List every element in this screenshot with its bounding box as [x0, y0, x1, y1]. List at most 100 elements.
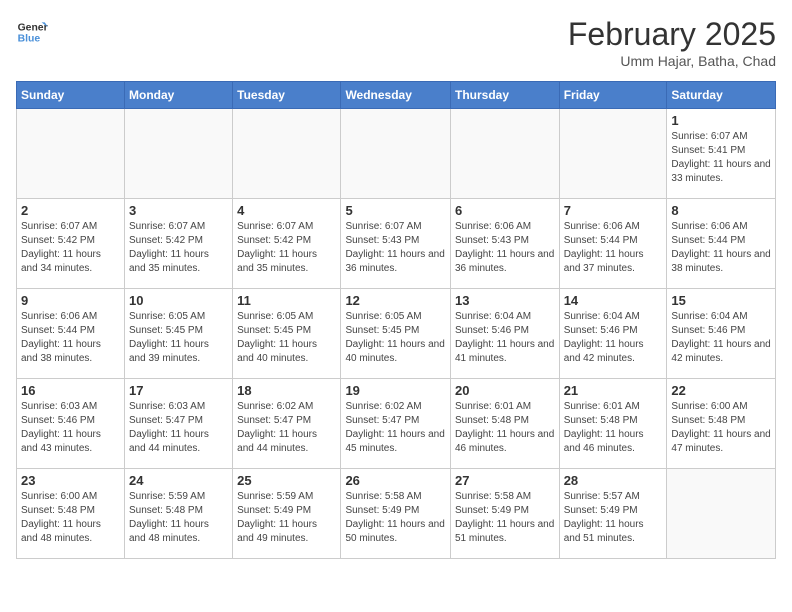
- calendar-cell: 11 Sunrise: 6:05 AM Sunset: 5:45 PM Dayli…: [233, 289, 341, 379]
- day-info: Sunrise: 6:02 AM Sunset: 5:47 PM Dayligh…: [237, 400, 336, 456]
- title-block: February 2025 Umm Hajar, Batha, Chad: [568, 16, 776, 69]
- day-info: Sunrise: 6:07 AM Sunset: 5:42 PM Dayligh…: [21, 220, 120, 276]
- day-number: 15: [671, 293, 771, 308]
- day-number: 19: [345, 383, 446, 398]
- calendar-cell: 8Sunrise: 6:06 AM Sunset: 5:44 PM Daylig…: [667, 199, 776, 289]
- day-info: Sunrise: 6:07 AM Sunset: 5:41 PM Dayligh…: [671, 130, 771, 186]
- day-info: Sunrise: 6:01 AM Sunset: 5:48 PM Dayligh…: [455, 400, 555, 456]
- logo-icon: General Blue: [16, 16, 48, 48]
- day-info: Sunrise: 5:57 AM Sunset: 5:49 PM Dayligh…: [564, 490, 663, 546]
- calendar-cell: 10 Sunrise: 6:05 AM Sunset: 5:45 PM Dayli…: [125, 289, 233, 379]
- day-number: 22: [671, 383, 771, 398]
- week-row-3: 9 Sunrise: 6:06 AM Sunset: 5:44 PM Daylig…: [17, 289, 776, 379]
- weekday-header-monday: Monday: [125, 82, 233, 109]
- weekday-header-wednesday: Wednesday: [341, 82, 451, 109]
- day-info: Sunrise: 5:58 AM Sunset: 5:49 PM Dayligh…: [345, 490, 446, 546]
- day-info: Sunrise: 6:02 AM Sunset: 5:47 PM Dayligh…: [345, 400, 446, 456]
- day-info: Sunrise: 5:59 AM Sunset: 5:48 PM Dayligh…: [129, 490, 228, 546]
- calendar-cell: [341, 109, 451, 199]
- day-info: Sunrise: 6:04 AM Sunset: 5:46 PM Dayligh…: [455, 310, 555, 366]
- day-number: 10: [129, 293, 228, 308]
- calendar-cell: [17, 109, 125, 199]
- week-row-2: 2 Sunrise: 6:07 AM Sunset: 5:42 PM Daylig…: [17, 199, 776, 289]
- day-info: Sunrise: 6:06 AM Sunset: 5:44 PM Dayligh…: [671, 220, 771, 276]
- calendar-cell: [559, 109, 667, 199]
- month-title: February 2025: [568, 16, 776, 53]
- week-row-5: 23Sunrise: 6:00 AM Sunset: 5:48 PM Dayli…: [17, 469, 776, 559]
- day-number: 27: [455, 473, 555, 488]
- calendar-cell: 16 Sunrise: 6:03 AM Sunset: 5:46 PM Dayli…: [17, 379, 125, 469]
- day-info: Sunrise: 6:01 AM Sunset: 5:48 PM Dayligh…: [564, 400, 663, 456]
- calendar-cell: 17Sunrise: 6:03 AM Sunset: 5:47 PM Dayli…: [125, 379, 233, 469]
- calendar-cell: 6Sunrise: 6:06 AM Sunset: 5:43 PM Daylig…: [450, 199, 559, 289]
- calendar-cell: 3Sunrise: 6:07 AM Sunset: 5:42 PM Daylig…: [125, 199, 233, 289]
- calendar-cell: 12Sunrise: 6:05 AM Sunset: 5:45 PM Dayli…: [341, 289, 451, 379]
- weekday-header-thursday: Thursday: [450, 82, 559, 109]
- calendar-cell: 20 Sunrise: 6:01 AM Sunset: 5:48 PM Dayli…: [450, 379, 559, 469]
- day-number: 12: [345, 293, 446, 308]
- day-number: 5: [345, 203, 446, 218]
- calendar-cell: 24 Sunrise: 5:59 AM Sunset: 5:48 PM Dayli…: [125, 469, 233, 559]
- day-info: Sunrise: 6:00 AM Sunset: 5:48 PM Dayligh…: [21, 490, 120, 546]
- day-number: 6: [455, 203, 555, 218]
- day-info: Sunrise: 6:03 AM Sunset: 5:46 PM Dayligh…: [21, 400, 120, 456]
- day-info: Sunrise: 6:06 AM Sunset: 5:44 PM Dayligh…: [21, 310, 120, 366]
- svg-text:Blue: Blue: [18, 34, 41, 45]
- calendar-cell: 14 Sunrise: 6:04 AM Sunset: 5:46 PM Dayli…: [559, 289, 667, 379]
- calendar-cell: [125, 109, 233, 199]
- calendar-cell: 28 Sunrise: 5:57 AM Sunset: 5:49 PM Dayli…: [559, 469, 667, 559]
- day-info: Sunrise: 5:59 AM Sunset: 5:49 PM Dayligh…: [237, 490, 336, 546]
- day-number: 11: [237, 293, 336, 308]
- calendar-cell: 22 Sunrise: 6:00 AM Sunset: 5:48 PM Dayli…: [667, 379, 776, 469]
- week-row-4: 16 Sunrise: 6:03 AM Sunset: 5:46 PM Dayli…: [17, 379, 776, 469]
- weekday-header-friday: Friday: [559, 82, 667, 109]
- day-number: 7: [564, 203, 663, 218]
- day-info: Sunrise: 6:00 AM Sunset: 5:48 PM Dayligh…: [671, 400, 771, 456]
- day-info: Sunrise: 6:04 AM Sunset: 5:46 PM Dayligh…: [564, 310, 663, 366]
- day-number: 24: [129, 473, 228, 488]
- calendar-cell: 25 Sunrise: 5:59 AM Sunset: 5:49 PM Dayli…: [233, 469, 341, 559]
- day-number: 16: [21, 383, 120, 398]
- calendar-cell: 15 Sunrise: 6:04 AM Sunset: 5:46 PM Dayli…: [667, 289, 776, 379]
- day-info: Sunrise: 6:07 AM Sunset: 5:42 PM Dayligh…: [129, 220, 228, 276]
- day-number: 13: [455, 293, 555, 308]
- day-number: 25: [237, 473, 336, 488]
- day-number: 18: [237, 383, 336, 398]
- weekday-header-sunday: Sunday: [17, 82, 125, 109]
- calendar-cell: 5Sunrise: 6:07 AM Sunset: 5:43 PM Daylig…: [341, 199, 451, 289]
- calendar-cell: 2 Sunrise: 6:07 AM Sunset: 5:42 PM Daylig…: [17, 199, 125, 289]
- week-row-1: 1 Sunrise: 6:07 AM Sunset: 5:41 PM Daylig…: [17, 109, 776, 199]
- day-info: Sunrise: 6:04 AM Sunset: 5:46 PM Dayligh…: [671, 310, 771, 366]
- calendar-cell: 9 Sunrise: 6:06 AM Sunset: 5:44 PM Daylig…: [17, 289, 125, 379]
- calendar-cell: 18 Sunrise: 6:02 AM Sunset: 5:47 PM Dayli…: [233, 379, 341, 469]
- day-number: 9: [21, 293, 120, 308]
- calendar-cell: [233, 109, 341, 199]
- calendar-cell: 1 Sunrise: 6:07 AM Sunset: 5:41 PM Daylig…: [667, 109, 776, 199]
- page-header: General Blue February 2025 Umm Hajar, Ba…: [16, 16, 776, 69]
- calendar-cell: 26 Sunrise: 5:58 AM Sunset: 5:49 PM Dayli…: [341, 469, 451, 559]
- calendar-cell: 7Sunrise: 6:06 AM Sunset: 5:44 PM Daylig…: [559, 199, 667, 289]
- calendar-cell: 21Sunrise: 6:01 AM Sunset: 5:48 PM Dayli…: [559, 379, 667, 469]
- weekday-header-saturday: Saturday: [667, 82, 776, 109]
- weekday-header-tuesday: Tuesday: [233, 82, 341, 109]
- svg-text:General: General: [18, 22, 48, 33]
- calendar-cell: 23Sunrise: 6:00 AM Sunset: 5:48 PM Dayli…: [17, 469, 125, 559]
- day-info: Sunrise: 6:07 AM Sunset: 5:42 PM Dayligh…: [237, 220, 336, 276]
- calendar-cell: 19 Sunrise: 6:02 AM Sunset: 5:47 PM Dayli…: [341, 379, 451, 469]
- day-info: Sunrise: 6:05 AM Sunset: 5:45 PM Dayligh…: [237, 310, 336, 366]
- day-number: 20: [455, 383, 555, 398]
- day-number: 1: [671, 113, 771, 128]
- day-number: 14: [564, 293, 663, 308]
- calendar-cell: 13 Sunrise: 6:04 AM Sunset: 5:46 PM Dayli…: [450, 289, 559, 379]
- weekday-header-row: SundayMondayTuesdayWednesdayThursdayFrid…: [17, 82, 776, 109]
- day-number: 2: [21, 203, 120, 218]
- day-number: 28: [564, 473, 663, 488]
- day-info: Sunrise: 6:03 AM Sunset: 5:47 PM Dayligh…: [129, 400, 228, 456]
- calendar-table: SundayMondayTuesdayWednesdayThursdayFrid…: [16, 81, 776, 559]
- day-number: 26: [345, 473, 446, 488]
- calendar-cell: 4Sunrise: 6:07 AM Sunset: 5:42 PM Daylig…: [233, 199, 341, 289]
- calendar-cell: [667, 469, 776, 559]
- location-subtitle: Umm Hajar, Batha, Chad: [568, 53, 776, 69]
- logo: General Blue: [16, 16, 48, 48]
- day-info: Sunrise: 6:05 AM Sunset: 5:45 PM Dayligh…: [129, 310, 228, 366]
